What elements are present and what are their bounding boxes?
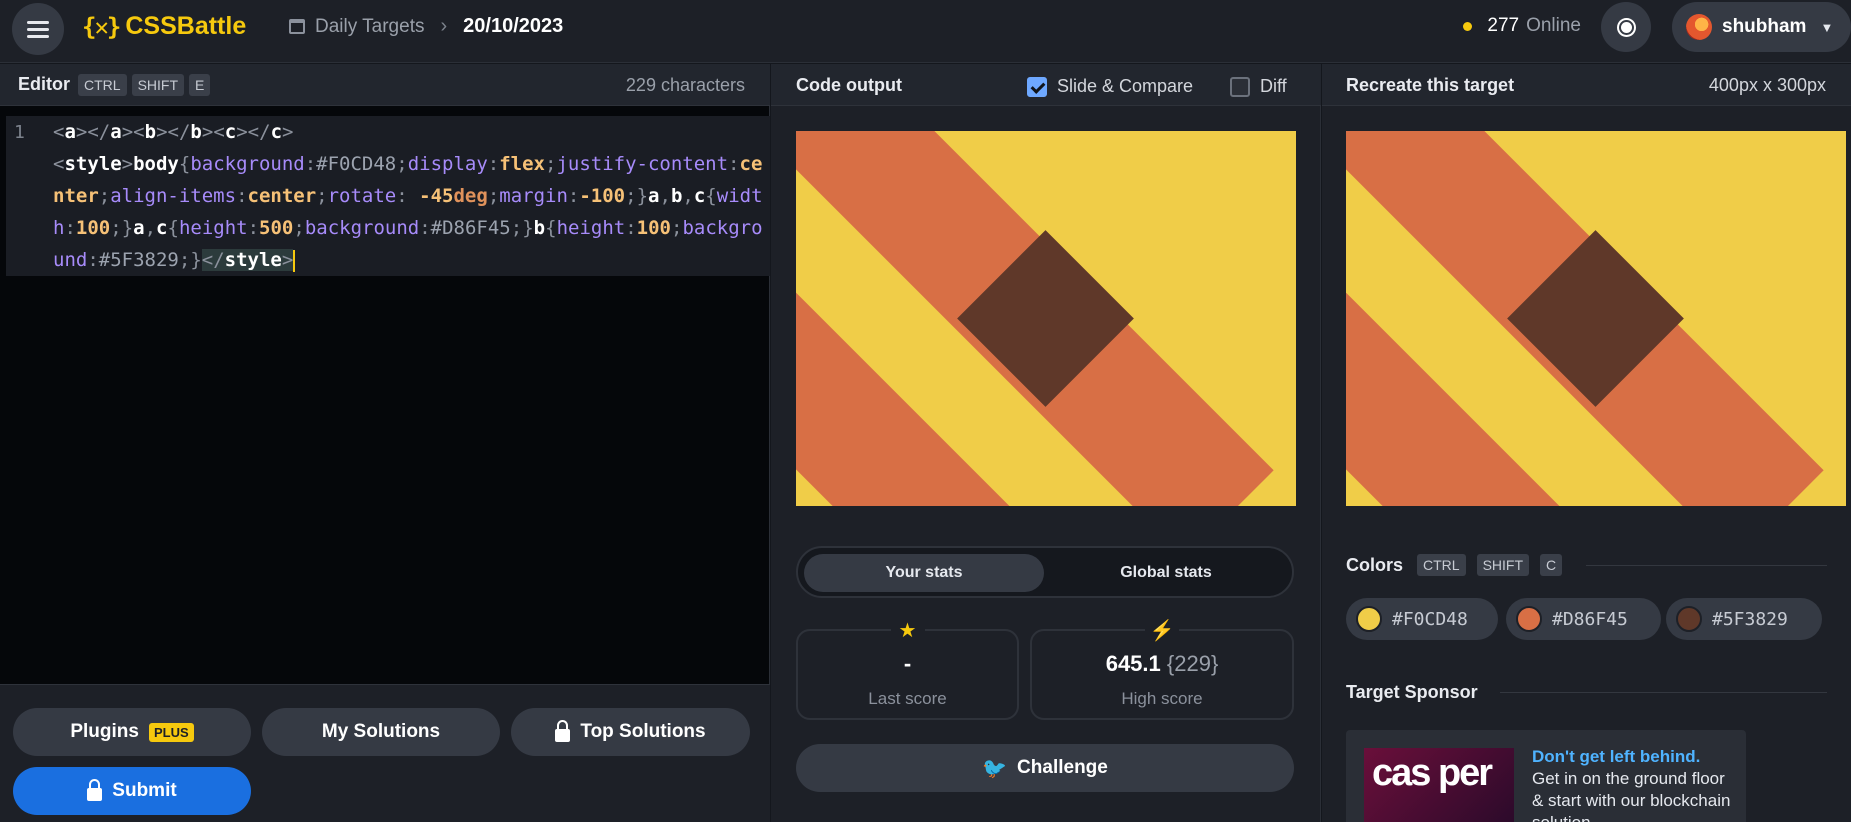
- editor-header: Editor CTRL SHIFT E 229 characters: [0, 64, 770, 106]
- lightning-icon: ⚡: [1145, 618, 1179, 642]
- high-score-label: High score: [1121, 689, 1203, 708]
- sponsor-logo: cas per: [1372, 752, 1493, 794]
- stats-toggle: Your stats Global stats: [796, 546, 1294, 598]
- character-count: 229 characters: [625, 75, 745, 95]
- high-score: 645.1 {229}: [1032, 651, 1292, 677]
- last-score-card: ★ - Last score: [796, 618, 1019, 720]
- line-number: 1: [14, 122, 25, 143]
- challenge-label: Challenge: [1017, 757, 1108, 778]
- sponsor-text[interactable]: Don't get left behind. Get in on the gro…: [1532, 746, 1737, 822]
- code-editor[interactable]: 1 <a></a><b></b><c></c> <style>body{back…: [6, 116, 770, 276]
- theme-toggle-button[interactable]: [1601, 2, 1651, 52]
- sponsor-title: Target Sponsor: [1346, 682, 1478, 702]
- sponsor-section-header: Target Sponsor: [1346, 682, 1486, 703]
- color-hex: #5F3829: [1712, 608, 1788, 630]
- slide-compare-checkbox[interactable]: Slide & Compare: [1027, 76, 1193, 97]
- sponsor-headline: Don't get left behind.: [1532, 747, 1701, 766]
- online-indicator: 277 Online: [1463, 15, 1581, 37]
- breadcrumb-current-date: 20/10/2023: [463, 15, 564, 37]
- color-dot: [1356, 606, 1382, 632]
- sun-icon: [1620, 21, 1632, 33]
- plus-badge: PLUS: [148, 722, 194, 742]
- calendar-icon: [289, 19, 305, 34]
- color-dot: [1676, 606, 1702, 632]
- user-menu-button[interactable]: shubham ▼: [1672, 2, 1851, 52]
- top-solutions-label: Top Solutions: [580, 721, 706, 742]
- kbd-c: C: [1540, 554, 1563, 576]
- target-panel: Recreate this target 400px x 300px Color…: [1322, 64, 1851, 822]
- color-swatch[interactable]: #F0CD48: [1346, 598, 1498, 640]
- code-output-preview[interactable]: [796, 131, 1296, 506]
- checkbox-icon[interactable]: [1230, 76, 1250, 97]
- colors-section-header: Colors CTRL SHIFT C: [1346, 554, 1567, 576]
- kbd-shift: SHIFT: [1476, 554, 1530, 576]
- breadcrumb: Daily Targets › 20/10/2023: [289, 15, 563, 38]
- sponsor-card[interactable]: cas per Don't get left behind. Get in on…: [1346, 730, 1746, 822]
- sponsor-image[interactable]: cas per: [1364, 748, 1514, 822]
- color-swatch[interactable]: #5F3829: [1666, 598, 1822, 640]
- submit-button[interactable]: Submit: [13, 767, 251, 815]
- target-size: 400px x 300px: [1708, 75, 1826, 95]
- color-swatch[interactable]: #D86F45: [1506, 598, 1661, 640]
- color-hex: #D86F45: [1552, 608, 1628, 630]
- caret-down-icon: ▼: [1820, 19, 1834, 35]
- my-solutions-label: My Solutions: [321, 721, 441, 742]
- text-cursor: [293, 249, 296, 272]
- logo[interactable]: {✕} CSSBattle: [82, 12, 246, 41]
- logo-text: CSSBattle: [125, 12, 247, 40]
- breadcrumb-daily-targets[interactable]: Daily Targets: [315, 16, 424, 38]
- online-dot-icon: [1463, 21, 1473, 31]
- divider: [1500, 692, 1827, 693]
- avatar: [1686, 14, 1712, 40]
- target-image[interactable]: [1346, 131, 1846, 506]
- twitter-icon: 🐦: [982, 757, 1008, 780]
- output-header: Code output Slide & Compare Diff: [771, 64, 1321, 106]
- tab-global-stats[interactable]: Global stats: [1046, 554, 1286, 592]
- logo-icon: {✕}: [82, 12, 121, 41]
- top-solutions-button[interactable]: Top Solutions: [511, 708, 750, 756]
- chevron-right-icon: ›: [440, 15, 448, 37]
- sponsor-body: Get in on the ground floor & start with …: [1532, 769, 1731, 822]
- plugins-label: Plugins: [70, 721, 139, 742]
- output-title: Code output: [796, 75, 902, 95]
- high-score-chars: {229}: [1166, 651, 1219, 676]
- kbd-shift: SHIFT: [131, 73, 185, 96]
- editor-panel: Editor CTRL SHIFT E 229 characters 1 <a>…: [0, 64, 770, 822]
- plugins-button[interactable]: Plugins PLUS: [13, 708, 251, 756]
- submit-label: Submit: [112, 780, 177, 801]
- high-score-card: ⚡ 645.1 {229} High score: [1030, 618, 1294, 720]
- checkbox-icon[interactable]: [1027, 76, 1047, 97]
- divider: [1586, 565, 1827, 566]
- diff-checkbox[interactable]: Diff: [1230, 76, 1287, 97]
- color-dot: [1516, 606, 1542, 632]
- editor-title: Editor: [18, 74, 70, 94]
- color-hex: #F0CD48: [1392, 608, 1468, 630]
- online-count: 277: [1487, 15, 1520, 36]
- output-panel: Code output Slide & Compare Diff Your st…: [771, 64, 1321, 822]
- kbd-e: E: [189, 73, 211, 96]
- star-icon: ★: [890, 618, 925, 642]
- last-score-value: -: [903, 651, 912, 676]
- lock-icon: [87, 778, 103, 801]
- last-score-label: Last score: [868, 689, 947, 708]
- kbd-ctrl: CTRL: [1417, 554, 1466, 576]
- challenge-button[interactable]: 🐦 Challenge: [796, 744, 1294, 792]
- my-solutions-button[interactable]: My Solutions: [262, 708, 500, 756]
- target-title: Recreate this target: [1346, 75, 1515, 95]
- menu-button[interactable]: [12, 3, 64, 55]
- editor-footer: Plugins PLUS My Solutions Top Solutions …: [0, 684, 770, 822]
- diff-label: Diff: [1260, 76, 1287, 96]
- slide-compare-label: Slide & Compare: [1057, 76, 1194, 96]
- colors-title: Colors: [1346, 554, 1404, 575]
- tab-your-stats[interactable]: Your stats: [804, 554, 1044, 592]
- hamburger-icon: [27, 27, 49, 31]
- target-header: Recreate this target 400px x 300px: [1322, 64, 1851, 106]
- code-text[interactable]: <a></a><b></b><c></c> <style>body{backgr…: [53, 116, 768, 276]
- lock-icon: [555, 719, 571, 742]
- high-score-value: 645.1: [1105, 651, 1161, 676]
- online-label: Online: [1526, 15, 1581, 36]
- top-header: {✕} CSSBattle Daily Targets › 20/10/2023…: [0, 0, 1851, 63]
- kbd-ctrl: CTRL: [78, 73, 127, 96]
- user-name: shubham: [1722, 16, 1807, 37]
